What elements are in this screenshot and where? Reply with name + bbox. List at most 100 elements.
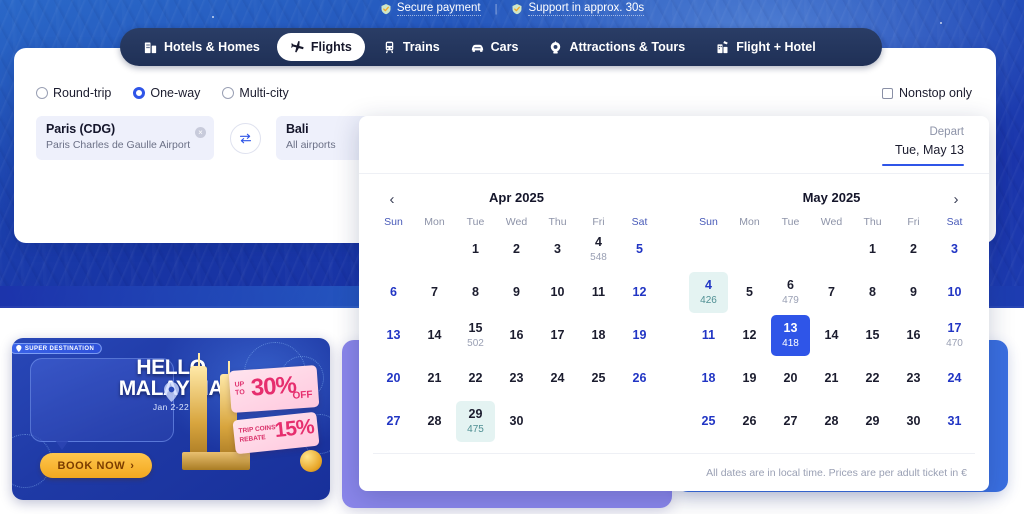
day-cell[interactable]: 9 — [496, 271, 537, 314]
tab-flight-hotel[interactable]: Flight + Hotel — [702, 33, 829, 61]
day-number: 31 — [947, 414, 962, 428]
day-cell[interactable]: 19 — [619, 314, 660, 357]
day-cell[interactable]: 7 — [414, 271, 455, 314]
trip-type-label: Round-trip — [53, 86, 112, 100]
day-cell-empty — [811, 228, 852, 271]
day-cell[interactable]: 29 475 — [455, 400, 496, 443]
day-cell[interactable]: 27 — [770, 400, 811, 443]
week-row: 11 12 13 418 14 15 16 17 470 — [674, 314, 989, 357]
day-cell[interactable]: 17 470 — [934, 314, 975, 357]
day-cell[interactable]: 21 — [414, 357, 455, 400]
day-cell[interactable]: 20 — [770, 357, 811, 400]
origin-field[interactable]: Paris (CDG) Paris Charles de Gaulle Airp… — [36, 116, 214, 160]
day-cell-inner: 29 475 — [456, 401, 495, 442]
trip-type-round-trip[interactable]: Round-trip — [36, 86, 111, 100]
day-cell[interactable]: 25 — [688, 400, 729, 443]
day-cell[interactable]: 19 — [729, 357, 770, 400]
day-cell[interactable]: 5 — [619, 228, 660, 271]
day-cell[interactable]: 4 426 — [688, 271, 729, 314]
prev-month-button[interactable]: ‹ — [381, 188, 403, 210]
tab-label: Attractions & Tours — [569, 40, 686, 54]
day-cell[interactable]: 2 — [496, 228, 537, 271]
day-cell[interactable]: 9 — [893, 271, 934, 314]
day-cell[interactable]: 12 — [619, 271, 660, 314]
day-cell[interactable]: 8 — [455, 271, 496, 314]
day-cell[interactable]: 27 — [373, 400, 414, 443]
day-cell[interactable]: 22 — [852, 357, 893, 400]
day-cell[interactable]: 24 — [537, 357, 578, 400]
day-cell[interactable]: 30 — [893, 400, 934, 443]
tab-attractions-tours[interactable]: Attractions & Tours — [535, 33, 698, 61]
promo-card-hello-malaysia[interactable]: SUPER DESTINATION HELLO MALAYSIA Jan 2-2… — [12, 338, 330, 500]
day-cell[interactable]: 24 — [934, 357, 975, 400]
day-cell[interactable]: 18 — [688, 357, 729, 400]
clear-origin-icon[interactable]: × — [195, 127, 206, 138]
day-cell-inner: 18 — [579, 315, 618, 356]
day-number: 4 — [595, 235, 602, 249]
day-cell[interactable]: 1 — [852, 228, 893, 271]
day-cell[interactable]: 22 — [455, 357, 496, 400]
dow-wed: Wed — [505, 216, 528, 228]
day-cell[interactable]: 25 — [578, 357, 619, 400]
day-cell[interactable]: 14 — [414, 314, 455, 357]
day-cell[interactable]: 1 — [455, 228, 496, 271]
day-cell-empty — [537, 400, 578, 443]
day-cell[interactable]: 11 — [578, 271, 619, 314]
day-cell[interactable]: 21 — [811, 357, 852, 400]
day-cell[interactable]: 15 — [852, 314, 893, 357]
day-cell[interactable]: 26 — [729, 400, 770, 443]
day-cell[interactable]: 5 — [729, 271, 770, 314]
tab-trains[interactable]: Trains — [369, 33, 453, 61]
next-month-button[interactable]: › — [945, 188, 967, 210]
tab-hotels-homes[interactable]: Hotels & Homes — [130, 33, 273, 61]
day-cell[interactable]: 26 — [619, 357, 660, 400]
day-cell[interactable]: 17 — [537, 314, 578, 357]
day-cell[interactable]: 23 — [496, 357, 537, 400]
nonstop-only-checkbox[interactable]: Nonstop only — [882, 86, 972, 100]
day-cell-selected[interactable]: 13 418 — [770, 314, 811, 357]
trip-type-one-way[interactable]: One-way — [133, 86, 200, 100]
day-number: 10 — [550, 285, 565, 299]
months-container: ‹ Apr 2025 Sun Mon Tue Wed Thu Fri Sat 1 2 3 4 548 5 6 7… — [359, 174, 989, 443]
day-cell[interactable]: 4 548 — [578, 228, 619, 271]
day-cell[interactable]: 12 — [729, 314, 770, 357]
day-cell[interactable]: 3 — [934, 228, 975, 271]
promo-book-now-button[interactable]: BOOK NOW › — [40, 453, 152, 478]
nonstop-only-label: Nonstop only — [899, 86, 972, 100]
day-cell[interactable]: 3 — [537, 228, 578, 271]
swap-origin-destination-button[interactable] — [229, 122, 261, 154]
day-price: 418 — [782, 338, 799, 349]
day-cell[interactable]: 18 — [578, 314, 619, 357]
depart-date-tab[interactable]: Depart Tue, May 13 — [882, 124, 964, 166]
day-cell[interactable]: 30 — [496, 400, 537, 443]
day-price: 548 — [590, 252, 607, 263]
trust-item-support: Support in approx. 30s — [511, 2, 645, 16]
day-cell[interactable]: 7 — [811, 271, 852, 314]
day-cell[interactable]: 16 — [496, 314, 537, 357]
day-cell[interactable]: 2 — [893, 228, 934, 271]
day-cell[interactable]: 23 — [893, 357, 934, 400]
tab-flights[interactable]: Flights — [276, 33, 365, 61]
day-cell[interactable]: 20 — [373, 357, 414, 400]
day-cell[interactable]: 28 — [811, 400, 852, 443]
day-cell[interactable]: 8 — [852, 271, 893, 314]
day-cell[interactable]: 31 — [934, 400, 975, 443]
day-cell[interactable]: 15 502 — [455, 314, 496, 357]
day-cell[interactable]: 28 — [414, 400, 455, 443]
day-cell[interactable]: 10 — [934, 271, 975, 314]
product-tab-bar: Hotels & Homes Flights Trains Cars Attra… — [120, 28, 882, 66]
day-cell[interactable]: 14 — [811, 314, 852, 357]
day-number: 29 — [865, 414, 880, 428]
day-cell-inner: 27 — [374, 401, 413, 442]
day-cell[interactable]: 11 — [688, 314, 729, 357]
day-cell[interactable]: 6 479 — [770, 271, 811, 314]
day-cell[interactable]: 29 — [852, 400, 893, 443]
day-cell[interactable]: 10 — [537, 271, 578, 314]
promo-rebate-value: 15% — [273, 415, 315, 443]
day-cell[interactable]: 16 — [893, 314, 934, 357]
day-cell[interactable]: 13 — [373, 314, 414, 357]
day-cell[interactable]: 6 — [373, 271, 414, 314]
trip-type-multi-city[interactable]: Multi-city — [222, 86, 289, 100]
day-number: 24 — [947, 371, 962, 385]
tab-cars[interactable]: Cars — [457, 33, 532, 61]
